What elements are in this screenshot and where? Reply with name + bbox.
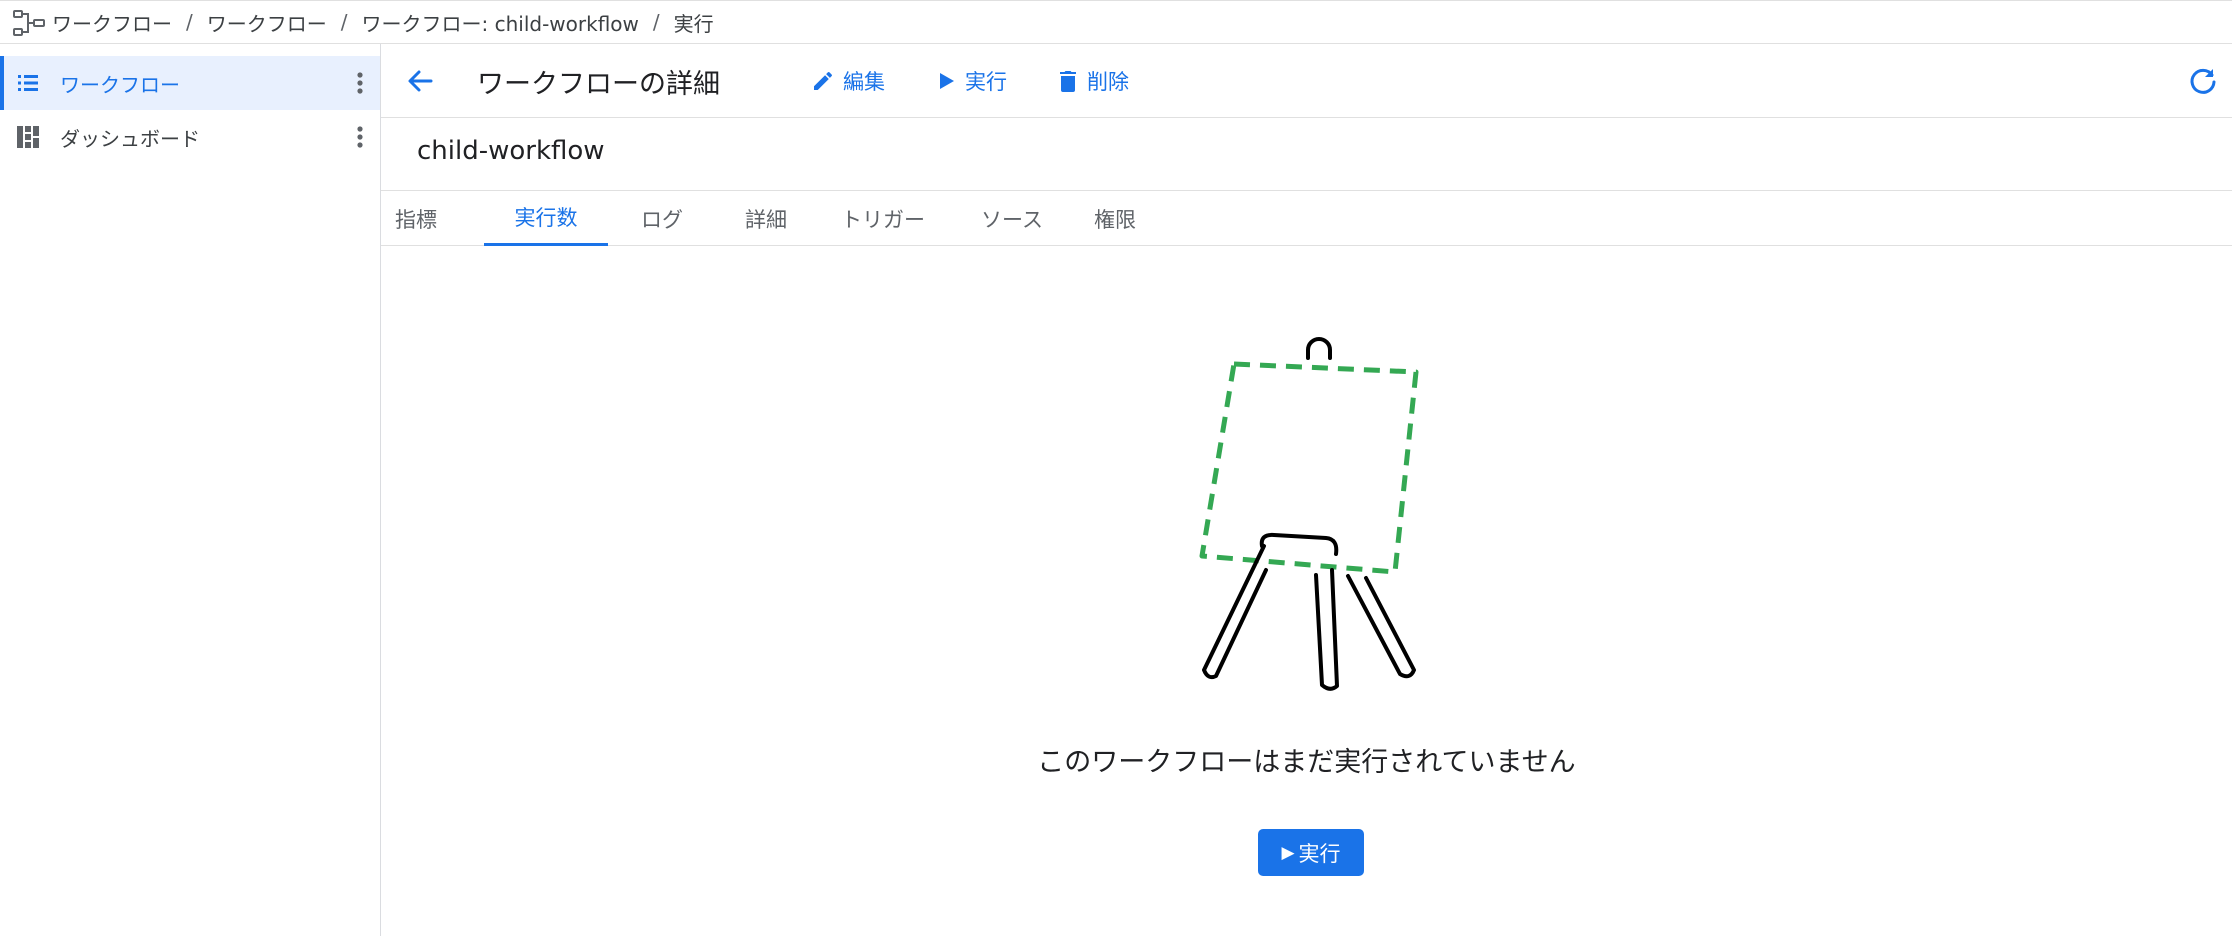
delete-button-label: 削除 <box>1087 70 1129 94</box>
more-vert-icon[interactable] <box>354 70 366 96</box>
delete-icon <box>1060 71 1076 92</box>
dashboard-icon <box>17 126 39 148</box>
tab-triggers[interactable]: トリガー <box>827 191 939 246</box>
play-icon: ▶ <box>1281 842 1295 863</box>
edit-button-label: 編集 <box>843 70 885 94</box>
empty-state-message: このワークフローはまだ実行されていません <box>1037 747 1576 778</box>
breadcrumb-item-current: 実行 <box>673 11 714 36</box>
breadcrumb-separator: / <box>652 10 660 34</box>
run-button-label: 実行 <box>1298 841 1341 866</box>
breadcrumb-item-workflows[interactable]: ワークフロー <box>207 8 327 37</box>
tab-bar: 指標 実行数 ログ 詳細 トリガー ソース 権限 <box>381 191 2232 246</box>
refresh-icon[interactable] <box>2188 66 2218 96</box>
run-action-button[interactable]: 実行 <box>937 64 1007 98</box>
sidebar-item-workflows[interactable]: ワークフロー <box>0 56 380 110</box>
edit-icon <box>814 71 833 90</box>
run-action-label: 実行 <box>965 70 1007 94</box>
run-workflow-button[interactable]: ▶ 実行 <box>1258 829 1364 876</box>
top-bar: ワークフロー / ワークフロー / ワークフロー: child-workflow… <box>0 0 2232 44</box>
details-header: ワークフローの詳細 編集 実行 削除 <box>381 44 2232 118</box>
breadcrumb-separator: / <box>186 10 193 34</box>
edit-button[interactable]: 編集 <box>811 64 885 98</box>
workflow-name: child-workflow <box>417 136 605 166</box>
page-title: ワークフローの詳細 <box>477 69 720 100</box>
breadcrumb-item-workflow-name[interactable]: ワークフロー: child-workflow <box>362 8 639 37</box>
play-icon <box>940 73 954 89</box>
sidebar-item-label: ダッシュボード <box>60 126 200 151</box>
sidebar-item-label: ワークフロー <box>60 72 180 97</box>
workflows-logo-icon <box>13 10 45 36</box>
tab-source[interactable]: ソース <box>967 191 1057 246</box>
back-arrow-icon[interactable] <box>405 66 435 96</box>
workflow-name-row: child-workflow <box>381 118 2232 191</box>
tab-permissions[interactable]: 権限 <box>1085 191 1145 246</box>
more-vert-icon[interactable] <box>354 124 366 150</box>
breadcrumb: ワークフロー / ワークフロー / ワークフロー: child-workflow… <box>52 1 714 43</box>
sidebar: ワークフロー ダッシュボード <box>0 44 381 936</box>
easel-icon <box>1199 337 1419 691</box>
delete-button[interactable]: 削除 <box>1057 64 1129 98</box>
tab-logs[interactable]: ログ <box>631 191 693 246</box>
tab-details[interactable]: 詳細 <box>733 191 799 246</box>
breadcrumb-separator: / <box>340 10 348 34</box>
breadcrumb-item-workflows-root[interactable]: ワークフロー <box>52 8 172 37</box>
sidebar-item-dashboard[interactable]: ダッシュボード <box>0 110 380 164</box>
list-icon <box>18 75 38 91</box>
tab-executions[interactable]: 実行数 <box>484 191 608 246</box>
tab-metrics[interactable]: 指標 <box>381 191 451 246</box>
